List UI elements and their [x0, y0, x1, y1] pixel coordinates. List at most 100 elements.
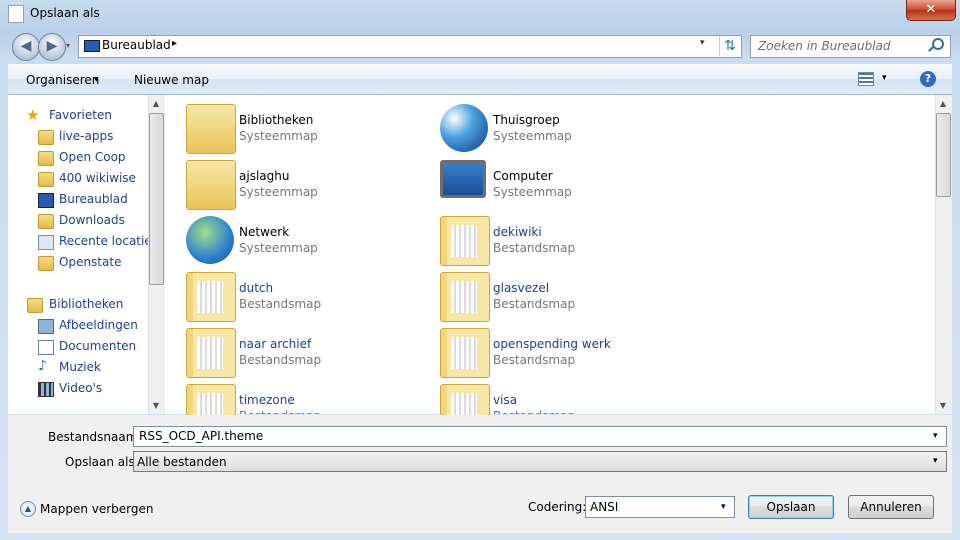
folder-icon [440, 272, 490, 322]
folder-icon [38, 151, 54, 166]
item-type-clipped: Bestandsmap [239, 409, 321, 414]
sidebar-libraries[interactable]: Bibliotheken [49, 295, 123, 313]
sidebar-item-downloads[interactable]: Downloads [59, 211, 125, 229]
folder-icon [38, 172, 54, 187]
encoding-label: Codering: [528, 500, 587, 514]
scroll-down-icon[interactable]: ▼ [935, 401, 951, 410]
item-name[interactable]: Computer [493, 169, 553, 183]
item-name[interactable]: visa [493, 393, 517, 407]
scroll-thumb[interactable] [936, 113, 951, 197]
folder-icon [186, 272, 236, 322]
libraries-icon [186, 104, 236, 154]
back-button[interactable]: ◀ [12, 33, 40, 61]
pictures-icon [38, 319, 54, 334]
recent-pages-dropdown[interactable]: ▾ [66, 41, 70, 50]
view-dropdown-icon[interactable]: ▾ [882, 73, 887, 83]
sidebar-item-live-apps[interactable]: live-apps [59, 127, 113, 145]
network-icon [186, 216, 234, 264]
encoding-dropdown-icon[interactable]: ▾ [721, 502, 726, 512]
downloads-folder-icon [38, 214, 54, 229]
folder-icon [38, 130, 54, 145]
search-placeholder: Zoeken in Bureaublad [758, 39, 891, 53]
scroll-up-icon[interactable]: ▲ [935, 99, 951, 108]
item-name[interactable]: dekiwiki [493, 225, 542, 239]
address-dropdown[interactable]: ▾ [700, 38, 705, 48]
item-name[interactable]: naar archief [239, 337, 311, 351]
recent-places-icon [38, 235, 54, 250]
scroll-up-icon[interactable]: ▲ [148, 99, 164, 108]
cancel-button[interactable]: Annuleren [848, 495, 934, 519]
sidebar-item-documenten[interactable]: Documenten [59, 337, 136, 355]
computer-icon [440, 160, 486, 198]
item-type: Bestandsmap [239, 409, 321, 414]
homegroup-icon [440, 104, 488, 152]
savetype-select[interactable] [133, 451, 947, 472]
sidebar-favorites[interactable]: Favorieten [49, 106, 112, 124]
collapse-icon[interactable]: ▲ [20, 501, 36, 517]
folder-icon [440, 216, 490, 266]
sidebar-item-muziek[interactable]: Muziek [59, 358, 101, 376]
desktop-icon [84, 40, 100, 52]
view-options-icon[interactable] [858, 72, 874, 86]
sidebar-item-bureaublad[interactable]: Bureaublad [59, 190, 128, 208]
videos-icon [38, 382, 54, 397]
sidebar-item-recente-locaties[interactable]: Recente locaties [59, 232, 158, 250]
hide-folders-button[interactable]: Mappen verbergen [40, 502, 154, 516]
item-type: Bestandsmap [239, 353, 322, 367]
item-type: Systeemmap [493, 129, 572, 143]
item-name[interactable]: Bibliotheken [239, 113, 313, 127]
filename-dropdown-icon[interactable]: ▾ [933, 431, 938, 441]
item-name[interactable]: ajslaghu [239, 169, 289, 183]
item-type: Systeemmap [239, 129, 318, 143]
item-name[interactable]: openspending werk [493, 337, 611, 351]
encoding-value[interactable]: ANSI [590, 500, 618, 514]
savetype-dropdown-icon[interactable]: ▾ [933, 456, 938, 466]
sidebar-item-afbeeldingen[interactable]: Afbeeldingen [59, 316, 138, 334]
sidebar-item-videos[interactable]: Video's [59, 379, 102, 397]
item-type: Bestandsmap [493, 353, 576, 367]
savetype-label: Opslaan als: [65, 455, 139, 469]
breadcrumb-bureaublad[interactable]: Bureaublad [102, 38, 171, 52]
folder-icon [186, 384, 236, 425]
savetype-value[interactable]: Alle bestanden [137, 455, 227, 469]
folder-icon [38, 256, 54, 271]
item-name[interactable]: Thuisgroep [493, 113, 560, 127]
item-type: Bestandsmap [493, 241, 576, 255]
user-folder-icon [186, 160, 236, 210]
search-icon[interactable] [932, 38, 944, 50]
organize-dropdown-icon[interactable]: ▾ [94, 75, 99, 85]
desktop-icon [38, 193, 54, 208]
address-bar[interactable] [78, 35, 742, 58]
item-type: Systeemmap [493, 185, 572, 199]
item-type-clipped: Bestandsmap [493, 409, 575, 414]
filename-value[interactable]: RSS_OCD_API.theme [139, 429, 263, 443]
refresh-button[interactable]: ⇅ [719, 36, 740, 56]
folder-icon [186, 328, 236, 378]
save-button[interactable]: Opslaan [748, 495, 834, 519]
item-type: Bestandsmap [493, 409, 575, 414]
folder-icon [440, 328, 490, 378]
sidebar-item-400-wikiwise[interactable]: 400 wikiwise [59, 169, 136, 187]
documents-icon [38, 340, 54, 355]
new-folder-button[interactable]: Nieuwe map [134, 73, 209, 87]
sidebar-item-openstate[interactable]: Openstate [59, 253, 121, 271]
item-name[interactable]: Netwerk [239, 225, 289, 239]
scroll-down-icon[interactable]: ▼ [148, 401, 164, 410]
close-button[interactable]: ✕ [906, 0, 956, 21]
sidebar-item-open-coop[interactable]: Open Coop [59, 148, 126, 166]
folder-icon [440, 384, 490, 425]
window-title: Opslaan als [30, 6, 100, 20]
item-type: Bestandsmap [493, 297, 576, 311]
breadcrumb-arrow-icon[interactable]: ▸ [172, 38, 177, 49]
item-type: Systeemmap [239, 241, 318, 255]
organize-button[interactable]: Organiseren [26, 73, 99, 87]
item-name[interactable]: timezone [239, 393, 295, 407]
favorites-star-icon: ★ [26, 106, 40, 124]
help-button[interactable]: ? [920, 71, 936, 87]
scroll-thumb[interactable] [149, 113, 164, 285]
item-name[interactable]: glasvezel [493, 281, 549, 295]
libraries-icon [27, 298, 43, 313]
music-icon: ♪ [38, 358, 47, 374]
item-name[interactable]: dutch [239, 281, 273, 295]
forward-button[interactable]: ▶ [38, 33, 66, 61]
